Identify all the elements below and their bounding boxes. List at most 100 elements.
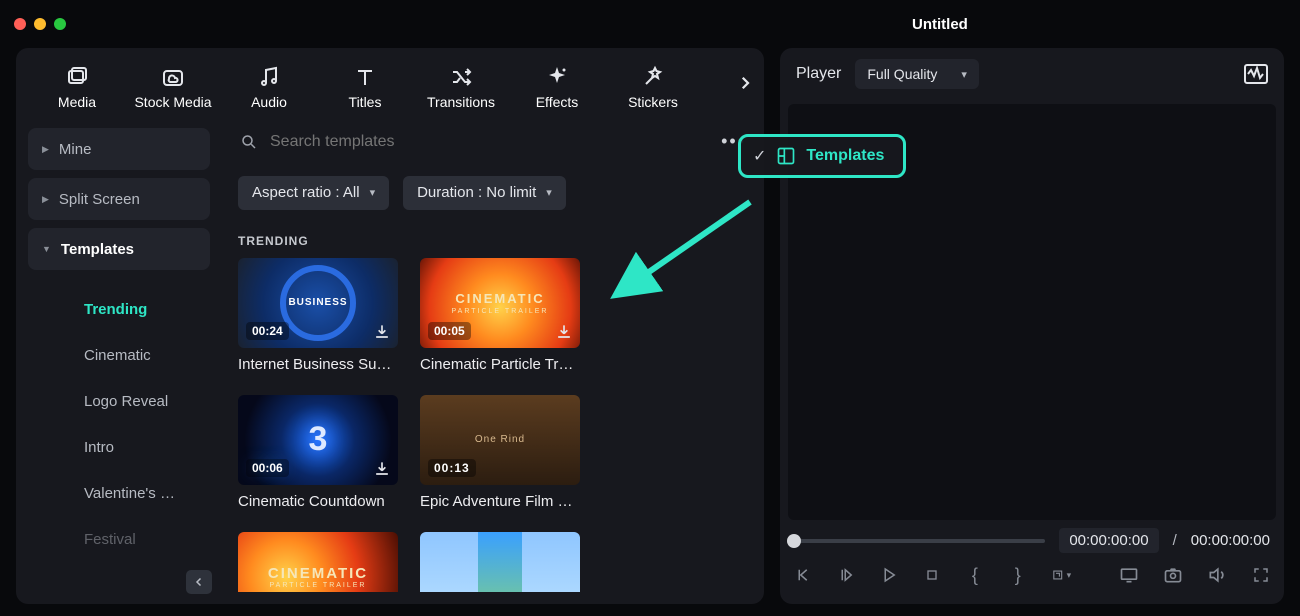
tab-titles[interactable]: Titles <box>322 59 408 115</box>
sidebar-item-templates[interactable]: ▼ Templates <box>28 228 210 270</box>
mark-in-button[interactable]: { <box>965 565 984 585</box>
template-name: Internet Business Su… <box>238 356 398 373</box>
scrubber-handle[interactable] <box>787 534 801 548</box>
filter-label: Aspect ratio : All <box>252 184 360 201</box>
player-controls: 00:00:00:00 / 00:00:00:00 { } ▾ <box>780 520 1284 604</box>
mark-out-button[interactable]: } <box>1008 565 1027 585</box>
template-thumbnail: 3 00:06 <box>238 395 398 485</box>
close-window-icon[interactable] <box>14 18 26 30</box>
library-panel: Media Stock Media Audio Titles Transitio… <box>16 48 764 604</box>
duration-badge: 00:06 <box>246 459 289 477</box>
stop-icon <box>924 567 940 583</box>
sidebar-item-label: Templates <box>61 241 134 258</box>
download-icon[interactable] <box>372 459 392 479</box>
sidebar-item-mine[interactable]: ▶ Mine <box>28 128 210 170</box>
crop-button[interactable]: ▾ <box>1051 565 1071 585</box>
search-icon <box>240 133 258 151</box>
volume-button[interactable] <box>1207 565 1227 585</box>
aspect-ratio-filter[interactable]: Aspect ratio : All ▾ <box>238 176 389 210</box>
scroll-tabs-right-button[interactable] <box>732 70 758 96</box>
template-thumbnail <box>420 532 580 592</box>
tab-label: Titles <box>349 94 382 110</box>
duration-filter[interactable]: Duration : No limit ▾ <box>403 176 566 210</box>
tab-label: Media <box>58 94 96 110</box>
template-thumbnail: One Rind 00:13 <box>420 395 580 485</box>
templates-subcategories: Trending Cinematic Logo Reveal Intro Val… <box>28 278 210 562</box>
template-card[interactable]: BUSINESS 00:24 Internet Business Su… <box>238 258 398 373</box>
collapse-sidebar-button[interactable] <box>186 570 212 594</box>
callout-label: Templates <box>806 147 884 165</box>
template-card[interactable] <box>420 532 580 592</box>
prev-frame-button[interactable] <box>794 565 813 585</box>
titlebar: Untitled <box>0 0 1300 48</box>
template-card[interactable]: CINEMATICPARTICLE TRAILER 00:05 Cinemati… <box>420 258 580 373</box>
stop-button[interactable] <box>923 565 942 585</box>
expand-icon <box>1252 566 1270 584</box>
duration-badge: 00:13 <box>428 459 476 477</box>
tab-transitions[interactable]: Transitions <box>418 59 504 115</box>
player-panel: Player Full Quality ▾ 00:00:00:00 / 00:0… <box>780 48 1284 604</box>
quality-value: Full Quality <box>867 66 937 82</box>
tab-stock-media[interactable]: Stock Media <box>130 59 216 115</box>
document-title: Untitled <box>912 16 968 33</box>
player-header: Player Full Quality ▾ <box>780 48 1284 100</box>
subcategory-intro[interactable]: Intro <box>28 424 210 470</box>
template-name: Cinematic Particle Tr… <box>420 356 580 373</box>
tab-media[interactable]: Media <box>34 59 120 115</box>
waveform-icon[interactable] <box>1244 64 1268 84</box>
chevron-right-icon: ▶ <box>42 194 49 205</box>
library-category-tabs: Media Stock Media Audio Titles Transitio… <box>16 48 764 118</box>
subcategory-trending[interactable]: Trending <box>28 286 210 332</box>
tab-effects[interactable]: Effects <box>514 59 600 115</box>
category-sidebar: ▶ Mine ▶ Split Screen ▼ Templates Trendi… <box>16 118 222 604</box>
download-icon[interactable] <box>372 322 392 342</box>
display-button[interactable] <box>1119 565 1139 585</box>
chevron-right-icon: ▶ <box>42 144 49 155</box>
template-name: Cinematic Countdown <box>238 493 398 510</box>
check-icon: ✓ <box>753 146 766 166</box>
templates-callout: ✓ Templates <box>738 134 906 178</box>
timeline-scrubber[interactable] <box>794 539 1045 543</box>
download-icon[interactable] <box>554 322 574 342</box>
chevron-down-icon: ▾ <box>370 186 376 199</box>
tab-stickers[interactable]: Stickers <box>610 59 696 115</box>
tab-label: Audio <box>251 94 287 110</box>
subcategory-valentines[interactable]: Valentine's … <box>28 470 210 516</box>
player-label: Player <box>796 65 841 83</box>
zoom-window-icon[interactable] <box>54 18 66 30</box>
star-wand-icon <box>641 65 665 89</box>
subcategory-logo-reveal[interactable]: Logo Reveal <box>28 378 210 424</box>
minimize-window-icon[interactable] <box>34 18 46 30</box>
template-thumbnail: CINEMATICPARTICLE TRAILER 00:05 <box>420 258 580 348</box>
search-input[interactable] <box>270 133 709 151</box>
subcategory-festival[interactable]: Festival <box>28 516 210 562</box>
chevron-right-icon <box>736 74 754 92</box>
play-button[interactable] <box>880 565 899 585</box>
current-timecode: 00:00:00:00 <box>1059 528 1158 553</box>
template-thumbnail: CINEMATICPARTICLE TRAILER <box>238 532 398 592</box>
total-timecode: 00:00:00:00 <box>1191 532 1270 549</box>
filter-bar: Aspect ratio : All ▾ Duration : No limit… <box>234 166 752 220</box>
template-card[interactable]: 3 00:06 Cinematic Countdown <box>238 395 398 510</box>
chevron-down-icon: ▾ <box>546 186 552 199</box>
templates-icon <box>776 146 796 166</box>
step-back-button[interactable] <box>837 565 856 585</box>
search-bar: ••• <box>234 118 752 166</box>
template-card[interactable]: CINEMATICPARTICLE TRAILER <box>238 532 398 592</box>
filter-label: Duration : No limit <box>417 184 536 201</box>
fullscreen-button[interactable] <box>1251 565 1270 585</box>
section-heading: TRENDING <box>234 220 752 258</box>
monitor-icon <box>1119 565 1139 585</box>
tab-audio[interactable]: Audio <box>226 59 312 115</box>
chevron-left-icon <box>193 576 205 588</box>
duration-badge: 00:05 <box>428 322 471 340</box>
tab-label: Stock Media <box>134 94 211 110</box>
quality-dropdown[interactable]: Full Quality ▾ <box>855 59 979 89</box>
text-t-icon <box>353 65 377 89</box>
chevron-down-icon: ▼ <box>42 244 51 254</box>
snapshot-button[interactable] <box>1163 565 1183 585</box>
subcategory-cinematic[interactable]: Cinematic <box>28 332 210 378</box>
template-card[interactable]: One Rind 00:13 Epic Adventure Film … <box>420 395 580 510</box>
tab-label: Effects <box>536 94 579 110</box>
sidebar-item-split-screen[interactable]: ▶ Split Screen <box>28 178 210 220</box>
